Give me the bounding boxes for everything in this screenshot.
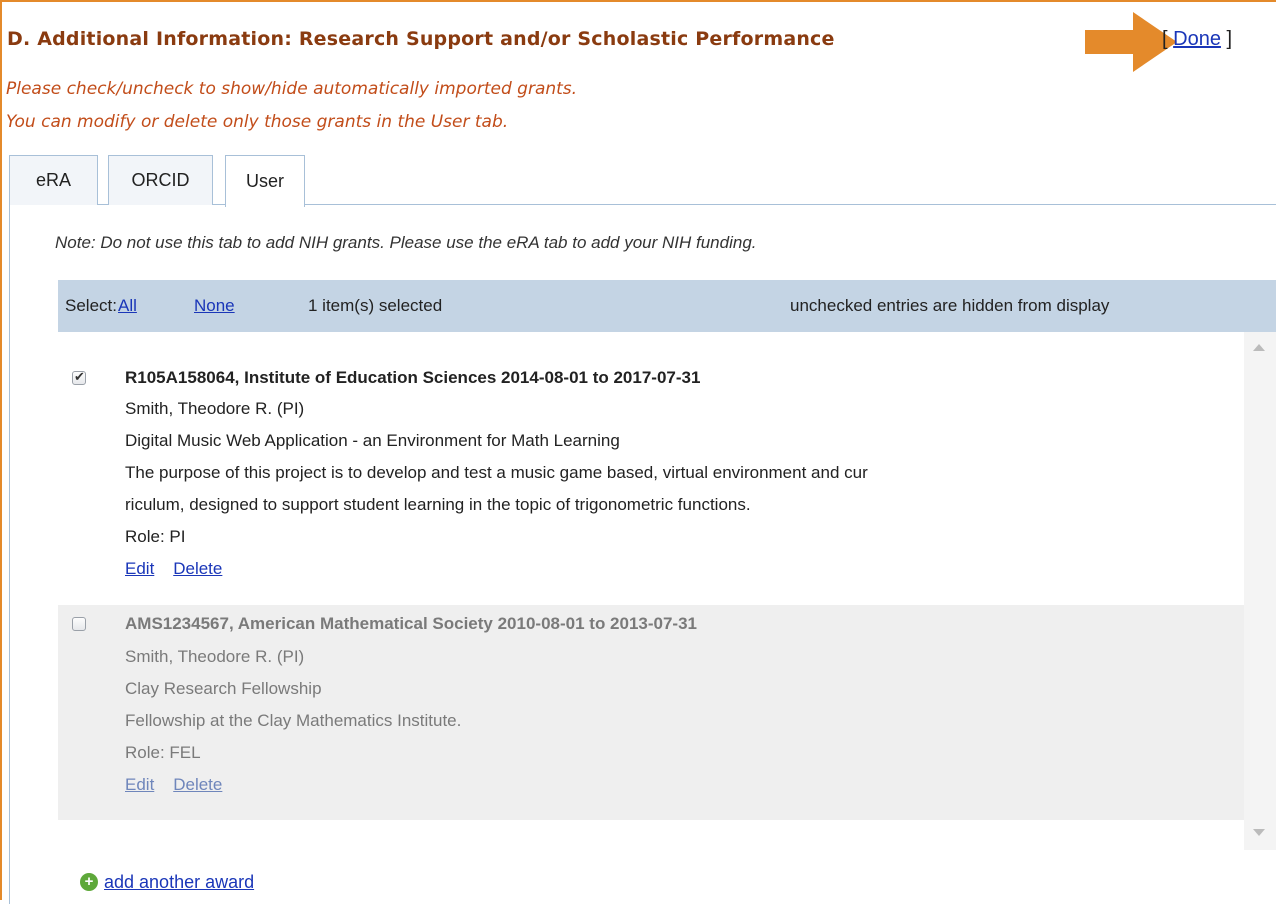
grant-investigator: Smith, Theodore R. (PI) [125, 647, 305, 666]
checkmark-icon: ✔ [74, 369, 85, 384]
hidden-entries-hint: unchecked entries are hidden from displa… [790, 296, 1110, 315]
grant-role: Role: FEL [125, 743, 201, 762]
add-award[interactable]: + add another award [80, 871, 254, 893]
plus-circle-icon[interactable]: + [80, 873, 98, 892]
nih-note: Note: Do not use this tab to add NIH gra… [55, 233, 757, 252]
select-none-link[interactable]: None [194, 296, 235, 316]
grant-item: AMS1234567, American Mathematical Societ… [58, 605, 1244, 820]
delete-link[interactable]: Delete [173, 775, 222, 794]
grant-project-title: Clay Research Fellowship [125, 679, 322, 698]
grant-actions: Edit Delete [125, 559, 222, 579]
done-bracket-close: ] [1226, 28, 1233, 50]
delete-link[interactable]: Delete [173, 559, 222, 578]
select-all-link[interactable]: All [118, 296, 137, 316]
grant-checkbox[interactable]: ✔ [72, 369, 86, 385]
edit-link[interactable]: Edit [125, 775, 154, 794]
done-control: [ Done ] [1162, 28, 1232, 51]
done-link[interactable]: Done [1173, 28, 1221, 50]
instruction-text-1: Please check/uncheck to show/hide automa… [6, 79, 578, 99]
grant-project-title: Digital Music Web Application - an Envir… [125, 431, 620, 450]
scroll-up-icon[interactable] [1253, 344, 1265, 351]
done-bracket-open: [ [1162, 28, 1168, 50]
grant-description: Fellowship at the Clay Mathematics Insti… [125, 711, 462, 730]
grant-header: AMS1234567, American Mathematical Societ… [125, 614, 698, 633]
scroll-down-icon[interactable] [1253, 829, 1265, 836]
grant-role: Role: PI [125, 527, 186, 546]
grant-investigator: Smith, Theodore R. (PI) [125, 399, 305, 418]
grant-header: R105A158064, Institute of Education Scie… [125, 368, 701, 387]
add-award-link[interactable]: add another award [104, 872, 254, 892]
tab-user[interactable]: User [225, 155, 305, 207]
grant-description: The purpose of this project is to develo… [125, 463, 868, 482]
select-label: Select: [65, 296, 117, 315]
tab-era[interactable]: eRA [9, 155, 98, 205]
select-bar: Select: All None 1 item(s) selected unch… [58, 280, 1276, 332]
grant-description-cont: riculum, designed to support student lea… [125, 495, 751, 514]
section-title: D. Additional Information: Research Supp… [7, 28, 835, 50]
selected-count: 1 item(s) selected [308, 296, 443, 315]
grant-checkbox[interactable] [72, 617, 86, 631]
grant-actions: Edit Delete [125, 775, 222, 795]
tab-orcid[interactable]: ORCID [108, 155, 213, 205]
list-scrollbar[interactable] [1244, 332, 1276, 850]
edit-link[interactable]: Edit [125, 559, 154, 578]
instruction-text-2: You can modify or delete only those gran… [6, 112, 509, 132]
grant-item: ✔ R105A158064, Institute of Education Sc… [58, 332, 1244, 605]
